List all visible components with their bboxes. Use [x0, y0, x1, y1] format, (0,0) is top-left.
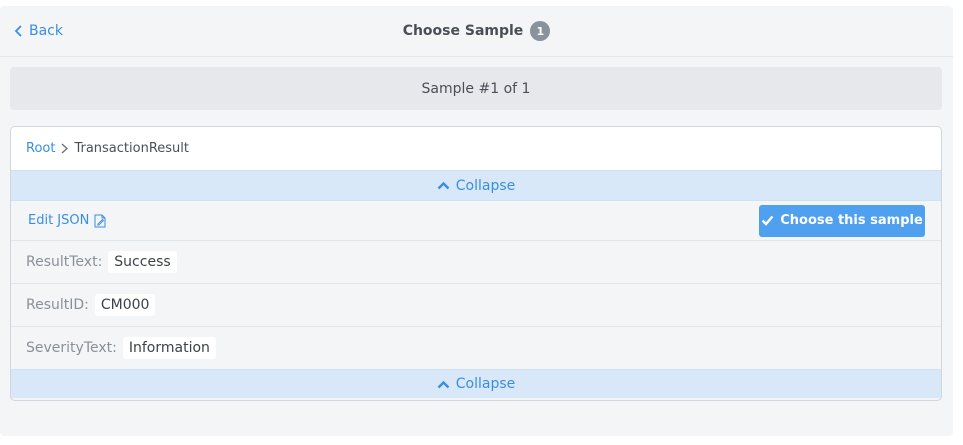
- actions-row: Edit JSON Choose this sample: [11, 200, 941, 241]
- sample-panel: Root TransactionResult Collapse Edit JSO…: [10, 126, 942, 401]
- back-button[interactable]: Back: [14, 23, 63, 39]
- page-title: Choose Sample: [402, 23, 524, 39]
- chevron-right-icon: [61, 143, 69, 154]
- collapse-bottom-label: Collapse: [455, 376, 516, 392]
- collapse-bottom-button[interactable]: Collapse: [11, 369, 941, 398]
- edit-json-label: Edit JSON: [28, 213, 90, 228]
- collapse-top-label: Collapse: [455, 177, 516, 194]
- breadcrumb: Root TransactionResult: [11, 127, 941, 171]
- breadcrumb-current: TransactionResult: [74, 141, 189, 156]
- field-value: Success: [108, 251, 177, 273]
- sample-count-badge: 1: [530, 21, 551, 41]
- back-label: Back: [29, 23, 63, 39]
- collapse-top-button[interactable]: Collapse: [11, 171, 941, 200]
- field-label: ResultText:: [26, 254, 103, 270]
- field-value: CM000: [94, 294, 156, 316]
- header: Back Choose Sample 1: [0, 6, 953, 57]
- chevron-up-icon: [437, 181, 450, 190]
- field-label: ResultID:: [26, 297, 89, 313]
- breadcrumb-root-link[interactable]: Root: [26, 141, 55, 156]
- chevron-left-icon: [14, 25, 22, 37]
- title-wrap: Choose Sample 1: [403, 21, 551, 41]
- field-label: SeverityText:: [26, 340, 117, 356]
- field-row-severity-text: SeverityText: Information: [11, 327, 941, 369]
- field-value: Information: [122, 337, 216, 359]
- sample-pager-label: Sample #1 of 1: [421, 80, 531, 97]
- check-icon: [761, 215, 774, 226]
- choose-this-sample-button[interactable]: Choose this sample: [759, 204, 925, 237]
- edit-document-icon: [94, 214, 106, 227]
- field-row-result-id: ResultID: CM000: [11, 284, 941, 327]
- chevron-up-icon: [437, 380, 450, 388]
- field-row-result-text: ResultText: Success: [11, 241, 941, 284]
- choose-this-sample-label: Choose this sample: [780, 213, 923, 228]
- choose-sample-dialog: Back Choose Sample 1 Sample #1 of 1 Root…: [0, 6, 953, 436]
- sample-pager: Sample #1 of 1: [10, 67, 942, 110]
- edit-json-link[interactable]: Edit JSON: [28, 213, 106, 228]
